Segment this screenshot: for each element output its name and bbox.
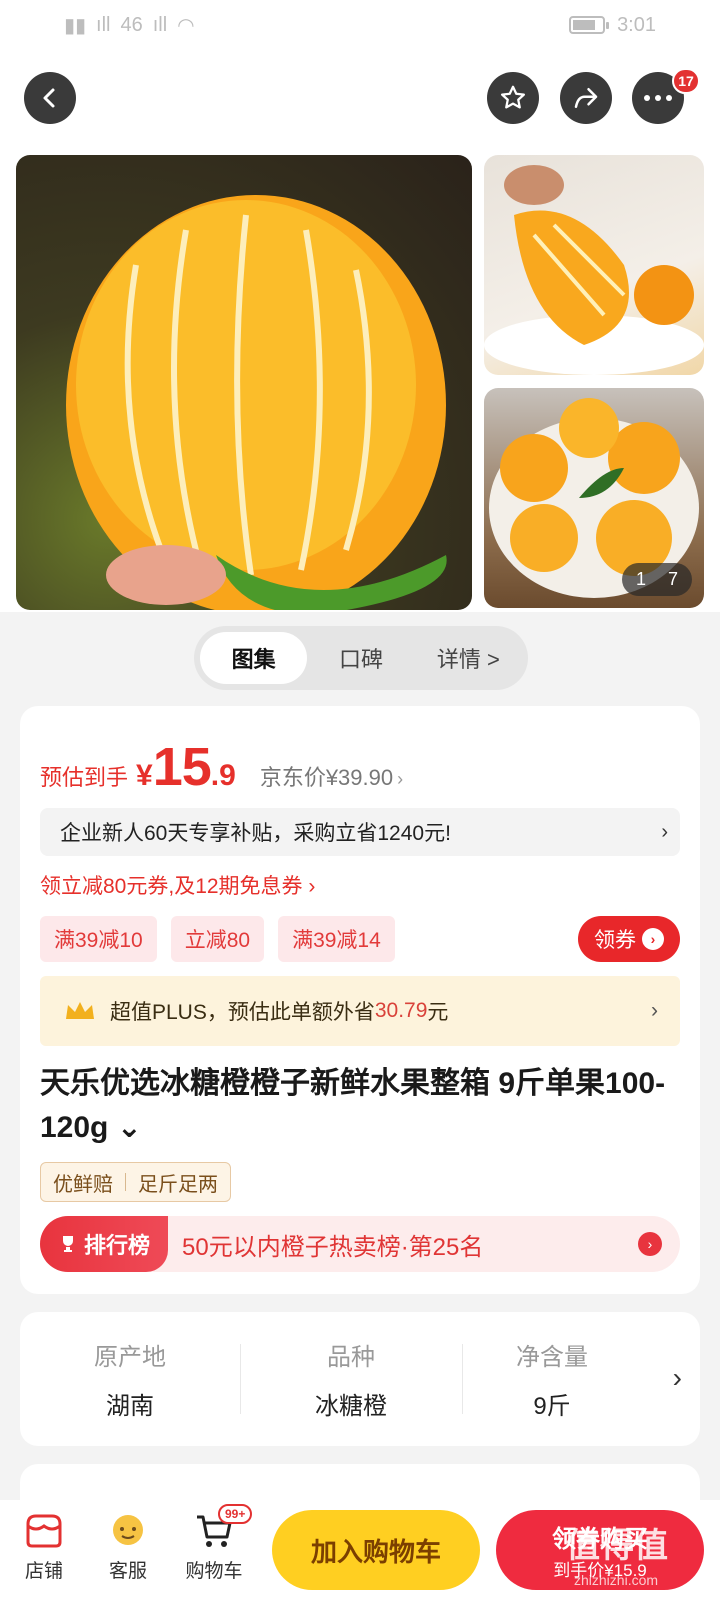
feature-full-weight: 足斤足两 bbox=[138, 1173, 218, 1196]
sim-icon: ▮▮ bbox=[64, 14, 87, 37]
spec-label: 净含量 bbox=[516, 1344, 588, 1371]
counter-current: 1 bbox=[635, 569, 646, 589]
peeled-orange-illustration bbox=[66, 195, 447, 610]
customer-service-label: 客服 bbox=[108, 1561, 147, 1582]
store-label: 店铺 bbox=[24, 1561, 63, 1582]
thumbnail-image-2[interactable]: 1 7 bbox=[484, 388, 704, 608]
view-tabs: 图集 口碑 详情 > bbox=[194, 626, 528, 690]
watermark: 值得值 bbox=[566, 1527, 668, 1565]
status-left: ▮▮ ıll 46 ıll ◠ bbox=[64, 13, 195, 38]
image-counter: 1 7 bbox=[621, 563, 692, 596]
promo-tag[interactable]: 满39减10 bbox=[40, 916, 157, 962]
enterprise-subsidy-banner[interactable]: 企业新人60天专享补贴，采购立省1240元! › bbox=[40, 808, 680, 856]
share-button[interactable] bbox=[560, 72, 612, 124]
ranking-bar[interactable]: 排行榜 50元以内橙子热卖榜·第25名 › bbox=[40, 1216, 680, 1272]
ranking-text: 50元以内橙子热卖榜·第25名 bbox=[182, 1233, 484, 1261]
product-title[interactable]: 天乐优选冰糖橙橙子新鲜水果整箱 9斤单果100-120g ⌄ bbox=[40, 1062, 670, 1150]
get-coupon-label: 领券 bbox=[594, 929, 636, 952]
favorite-button[interactable] bbox=[487, 72, 539, 124]
chevron-right-icon: › bbox=[661, 820, 668, 843]
top-nav: 17 bbox=[0, 50, 720, 150]
plus-text-a: 超值PLUS，预估此单额外省 bbox=[110, 1001, 375, 1024]
spec-label: 品种 bbox=[327, 1344, 375, 1371]
battery-icon bbox=[569, 16, 610, 34]
plus-amount: 30.79 bbox=[374, 999, 428, 1022]
tab-reviews[interactable]: 口碑 bbox=[307, 632, 414, 684]
plus-banner[interactable]: 超值PLUS，预估此单额外省 30.79 元 › bbox=[40, 976, 680, 1046]
back-button[interactable] bbox=[24, 72, 76, 124]
signal-icon: ıll bbox=[96, 13, 111, 36]
crown-icon bbox=[66, 1002, 94, 1019]
status-bar: ▮▮ ıll 46 ıll ◠ 3:01 bbox=[0, 0, 720, 50]
view-tabs-area: 图集 口碑 详情 > bbox=[0, 612, 720, 706]
price-integer: 15 bbox=[152, 737, 212, 797]
promo-tags: 满39减10 立减80 满39减14 bbox=[40, 916, 395, 962]
price-prefix: 预估到手 bbox=[40, 765, 129, 790]
share-icon bbox=[574, 88, 598, 108]
counter-total: 7 bbox=[667, 569, 678, 589]
cart-button[interactable]: 99+ 购物车 bbox=[174, 1504, 254, 1583]
chevron-right-icon: › bbox=[642, 928, 664, 950]
price-currency: ¥ bbox=[136, 759, 153, 792]
price-card: 预估到手 ¥ 15 .9 京东价¥39.90 › 企业新人60天专享补贴，采购立… bbox=[20, 706, 700, 1294]
price-row: 预估到手 ¥ 15 .9 京东价¥39.90 › bbox=[40, 736, 403, 798]
watermark-sub: zhizhizhi.com bbox=[574, 1572, 659, 1588]
chevron-right-icon: › bbox=[672, 1362, 682, 1393]
jd-price[interactable]: 京东价¥39.90 bbox=[260, 760, 393, 792]
promo-tag[interactable]: 立减80 bbox=[170, 916, 265, 962]
price-decimal: .9 bbox=[210, 759, 236, 792]
orange-segments-illustration bbox=[484, 165, 704, 375]
feature-fresh-compensation: 优鲜赔 bbox=[53, 1173, 113, 1196]
spec-card[interactable]: 原产地 湖南 品种 冰糖橙 净含量 9斤 › bbox=[20, 1312, 700, 1446]
wifi-icon: ◠ bbox=[177, 14, 195, 37]
image-gallery: 1 7 bbox=[0, 150, 720, 612]
ranking-tag-label: 排行榜 bbox=[83, 1233, 150, 1258]
thumbnail-image-1[interactable] bbox=[484, 155, 704, 375]
cart-label: 购物车 bbox=[185, 1561, 243, 1582]
promo-tag[interactable]: 满39减14 bbox=[278, 916, 395, 962]
notification-badge: 17 bbox=[672, 68, 700, 94]
spec-origin: 原产地 湖南 bbox=[20, 1312, 240, 1446]
cart-count-badge: 99+ bbox=[218, 1504, 253, 1524]
plus-text-b: 元 bbox=[427, 1001, 449, 1024]
chevron-right-icon: › bbox=[397, 769, 404, 789]
network-label: 46 bbox=[120, 13, 143, 36]
trophy-icon bbox=[62, 1236, 73, 1252]
spec-variety: 品种 冰糖橙 bbox=[240, 1312, 462, 1446]
ranking-tag: 排行榜 bbox=[40, 1216, 168, 1272]
store-button[interactable]: 店铺 bbox=[4, 1512, 84, 1583]
chevron-right-icon: › bbox=[651, 999, 658, 1022]
customer-service-icon bbox=[113, 1515, 143, 1545]
spec-value: 冰糖橙 bbox=[315, 1393, 387, 1420]
coupon-link[interactable]: 领立减80元券,及12期免息券 › bbox=[40, 870, 315, 900]
main-product-image[interactable] bbox=[16, 155, 472, 610]
spec-value: 湖南 bbox=[106, 1393, 154, 1420]
service-features[interactable]: 优鲜赔 足斤足两 bbox=[40, 1162, 231, 1202]
spec-label: 原产地 bbox=[94, 1344, 166, 1371]
tab-gallery[interactable]: 图集 bbox=[200, 632, 308, 684]
chevron-right-icon: › bbox=[638, 1232, 662, 1256]
customer-service-button[interactable]: 客服 bbox=[88, 1512, 168, 1583]
tab-details[interactable]: 详情 > bbox=[415, 632, 522, 684]
spec-value: 9斤 bbox=[533, 1393, 571, 1420]
more-dots-icon bbox=[644, 95, 672, 101]
star-icon bbox=[501, 85, 525, 109]
clock: 3:01 bbox=[617, 13, 656, 36]
spec-net-weight: 净含量 9斤 bbox=[462, 1312, 642, 1446]
signal-icon-2: ıll bbox=[152, 13, 168, 36]
store-icon bbox=[26, 1514, 62, 1548]
status-right: 3:01 bbox=[569, 14, 656, 37]
chevron-left-icon bbox=[43, 88, 55, 108]
add-to-cart-button[interactable]: 加入购物车 bbox=[272, 1510, 480, 1590]
get-coupon-button[interactable]: 领券 › bbox=[578, 916, 680, 962]
enterprise-subsidy-text: 企业新人60天专享补贴，采购立省1240元! bbox=[60, 822, 451, 845]
